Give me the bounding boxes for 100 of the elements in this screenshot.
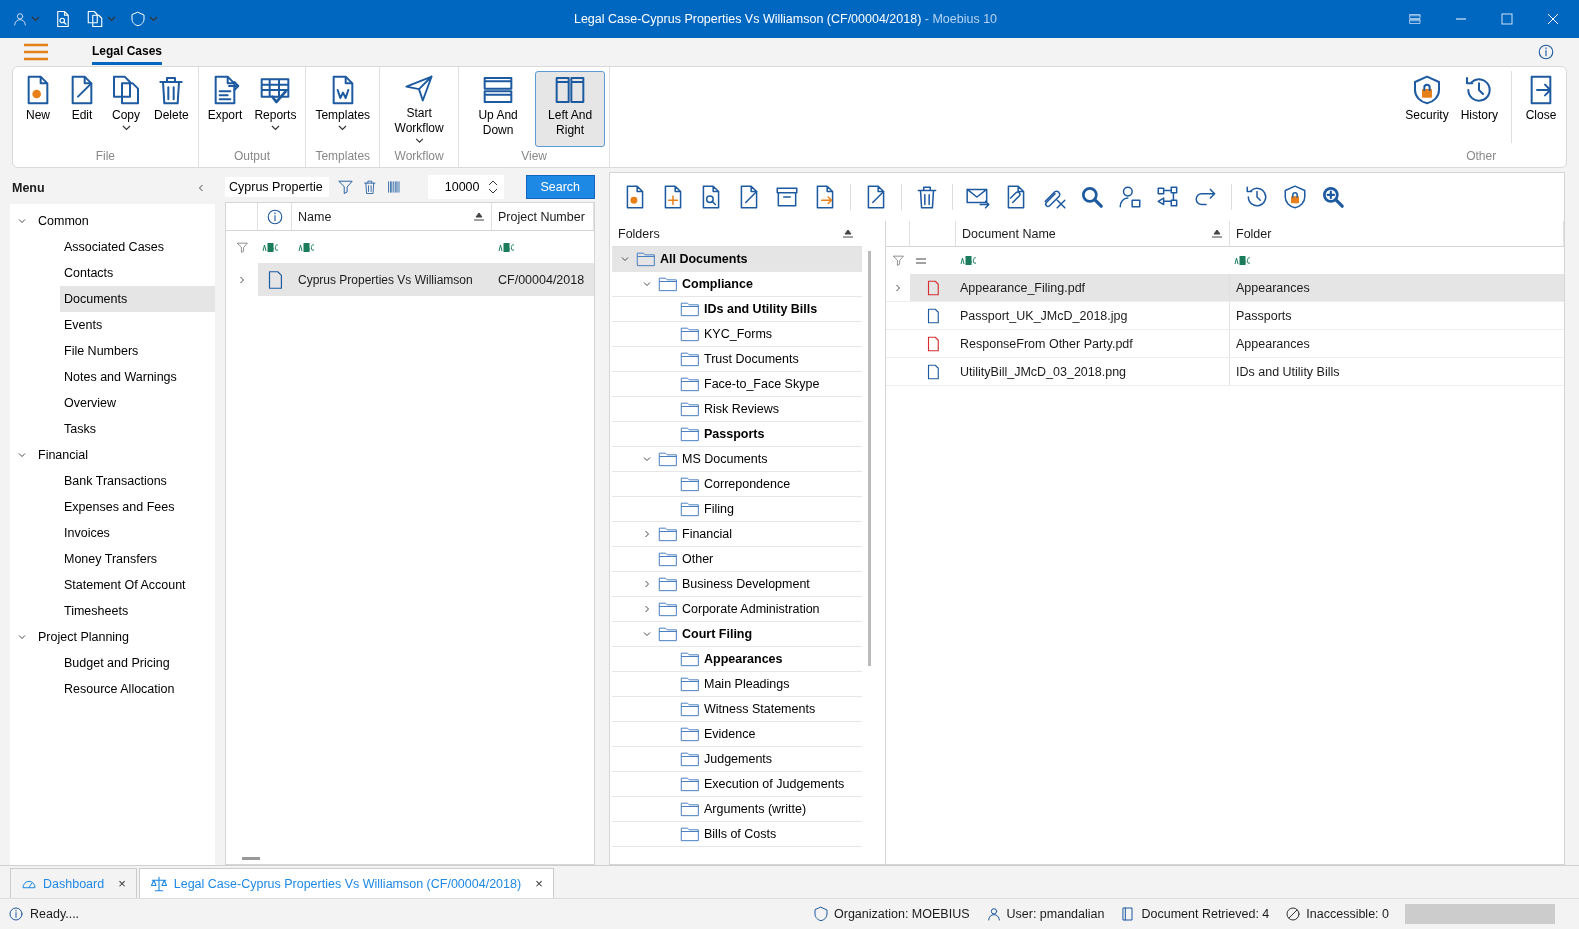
menu-item[interactable]: Bank Transactions <box>60 468 215 494</box>
folder-label[interactable]: Passports <box>704 427 765 441</box>
caret-icon <box>121 125 131 131</box>
menu-item[interactable]: File Numbers <box>60 338 215 364</box>
column-header[interactable]: Project Number <box>492 203 594 230</box>
ribbon-button[interactable]: Export <box>202 71 248 147</box>
menu-section[interactable]: Financial <box>10 442 215 468</box>
folder-label[interactable]: KYC_Forms <box>704 327 773 341</box>
ribbon-button[interactable]: New <box>17 71 59 147</box>
search-button[interactable]: Search <box>525 175 595 199</box>
folder-label[interactable]: Financial <box>682 527 733 541</box>
ribbon-button[interactable]: Edit <box>61 71 103 147</box>
ribbon-button[interactable]: History <box>1455 71 1503 147</box>
text-filter-icon <box>262 242 279 252</box>
barcode-icon <box>385 178 402 196</box>
menu-section[interactable]: Common <box>10 208 215 234</box>
caret-icon <box>149 16 158 22</box>
ribbon-button[interactable]: Up And Down <box>463 71 534 147</box>
folder-label[interactable]: Other <box>682 552 714 566</box>
document-tab[interactable]: Legal Case-Cyprus Properties Vs Williamson (CF/00004/2018) × <box>138 868 554 898</box>
table-cell-text: IDs and Utility Bills <box>1235 363 1341 381</box>
text-filter-icon <box>298 242 315 252</box>
sort-icon[interactable] <box>473 211 485 222</box>
copy-icon <box>110 74 142 106</box>
close-tab-button[interactable]: × <box>110 876 126 891</box>
folder-label[interactable]: Judgements <box>704 752 773 766</box>
menu-item[interactable]: Resource Allocation <box>60 676 215 702</box>
caret-icon <box>270 125 280 131</box>
folder-label[interactable]: IDs and Utility Bills <box>704 302 818 316</box>
spinner-arrows-icon[interactable] <box>487 179 498 195</box>
folder-label[interactable]: MS Documents <box>682 452 768 466</box>
folder-label[interactable]: Correpondence <box>704 477 791 491</box>
column-header[interactable]: Name <box>298 209 332 224</box>
close-tab-button[interactable]: × <box>527 876 543 891</box>
text-filter-icon <box>1234 256 1251 265</box>
ribbon-button[interactable]: Reports <box>249 71 302 147</box>
folder-label[interactable]: Filing <box>704 502 734 516</box>
info-icon <box>265 207 284 226</box>
folder-label[interactable]: Execution of Judgements <box>704 777 845 791</box>
table-cell: CF/00004/2018 <box>492 263 594 296</box>
menu-item[interactable]: Associated Cases <box>60 234 215 260</box>
document-tab[interactable]: Dashboard × <box>10 868 137 898</box>
folder-label[interactable]: Risk Reviews <box>704 402 779 416</box>
folder-label[interactable]: Court Filing <box>682 627 753 641</box>
folder-label[interactable]: Main Pleadings <box>704 677 790 691</box>
filter-icon <box>235 240 249 254</box>
ribbon-button[interactable]: Security <box>1400 71 1454 147</box>
folder-label[interactable]: Witness Statements <box>704 702 816 716</box>
table-cell-text: Passports <box>1235 307 1293 325</box>
group-label: Output <box>233 148 272 165</box>
menu-item[interactable]: Documents <box>60 286 215 312</box>
folder-label[interactable]: Trust Documents <box>704 352 799 366</box>
sort-icon[interactable] <box>1211 228 1223 239</box>
folder-label[interactable]: Bills of Costs <box>704 827 777 841</box>
menu-item[interactable]: Invoices <box>60 520 215 546</box>
menu-item[interactable]: Contacts <box>60 260 215 286</box>
folder-label[interactable]: Appearances <box>704 652 783 666</box>
text-filter-icon <box>498 242 515 252</box>
stacked-windows-icon <box>482 74 515 106</box>
menu-item[interactable]: Budget and Pricing <box>60 650 215 676</box>
menu-item[interactable]: Notes and Warnings <box>60 364 215 390</box>
ribbon-button[interactable]: Templates <box>310 71 376 147</box>
text-filter-icon <box>960 256 977 265</box>
ribbon-button[interactable]: Copy <box>105 71 147 147</box>
group-label: Other <box>1465 148 1498 165</box>
folder-label[interactable]: All Documents <box>660 252 748 266</box>
close-icon[interactable] <box>1547 13 1559 25</box>
group-label: Templates <box>314 148 372 165</box>
panel-title: Menu <box>12 181 45 195</box>
filter-dropdown[interactable]: Cyprus Propertie <box>225 177 329 197</box>
menu-item[interactable]: Events <box>60 312 215 338</box>
column-header[interactable]: Folder <box>1230 221 1564 246</box>
ribbon-button[interactable]: Start Workflow <box>384 71 455 147</box>
menu-item[interactable]: Tasks <box>60 416 215 442</box>
filter-icon <box>891 254 905 267</box>
ribbon-button[interactable]: Close <box>1520 71 1562 147</box>
ribbon-button[interactable]: Delete <box>149 71 194 147</box>
folder-label[interactable]: Business Development <box>682 577 810 591</box>
menu-item[interactable]: Timesheets <box>60 598 215 624</box>
folder-label[interactable]: Evidence <box>704 727 756 741</box>
table-cell: Passport_UK_JMcD_2018.jpg <box>956 302 1230 329</box>
maximize-icon[interactable] <box>1501 13 1513 25</box>
column-header: Folders <box>618 226 660 241</box>
menu-item[interactable]: Money Transfers <box>60 546 215 572</box>
folder-label[interactable]: Compliance <box>682 277 753 291</box>
caret-icon <box>414 138 424 144</box>
folder-label[interactable]: Face-to_Face Skype <box>704 377 820 391</box>
menu-section[interactable]: Project Planning <box>10 624 215 650</box>
folder-label[interactable]: Arguments (writte) <box>704 802 807 816</box>
column-header[interactable]: Document Name <box>962 226 1056 241</box>
count-spinner[interactable]: 10000 <box>427 175 504 199</box>
menu-item[interactable]: Statement Of Account <box>60 572 215 598</box>
status-item: Inaccessible: 0 <box>1306 907 1389 921</box>
status-item: Document Retrieved: 4 <box>1141 907 1270 921</box>
ribbon-button[interactable]: Left And Right <box>535 71 606 147</box>
menu-item[interactable]: Expenses and Fees <box>60 494 215 520</box>
menu-icon[interactable] <box>24 43 48 61</box>
folder-label[interactable]: Corporate Administration <box>682 602 820 616</box>
menu-item[interactable]: Overview <box>60 390 215 416</box>
sort-icon[interactable] <box>842 228 854 239</box>
